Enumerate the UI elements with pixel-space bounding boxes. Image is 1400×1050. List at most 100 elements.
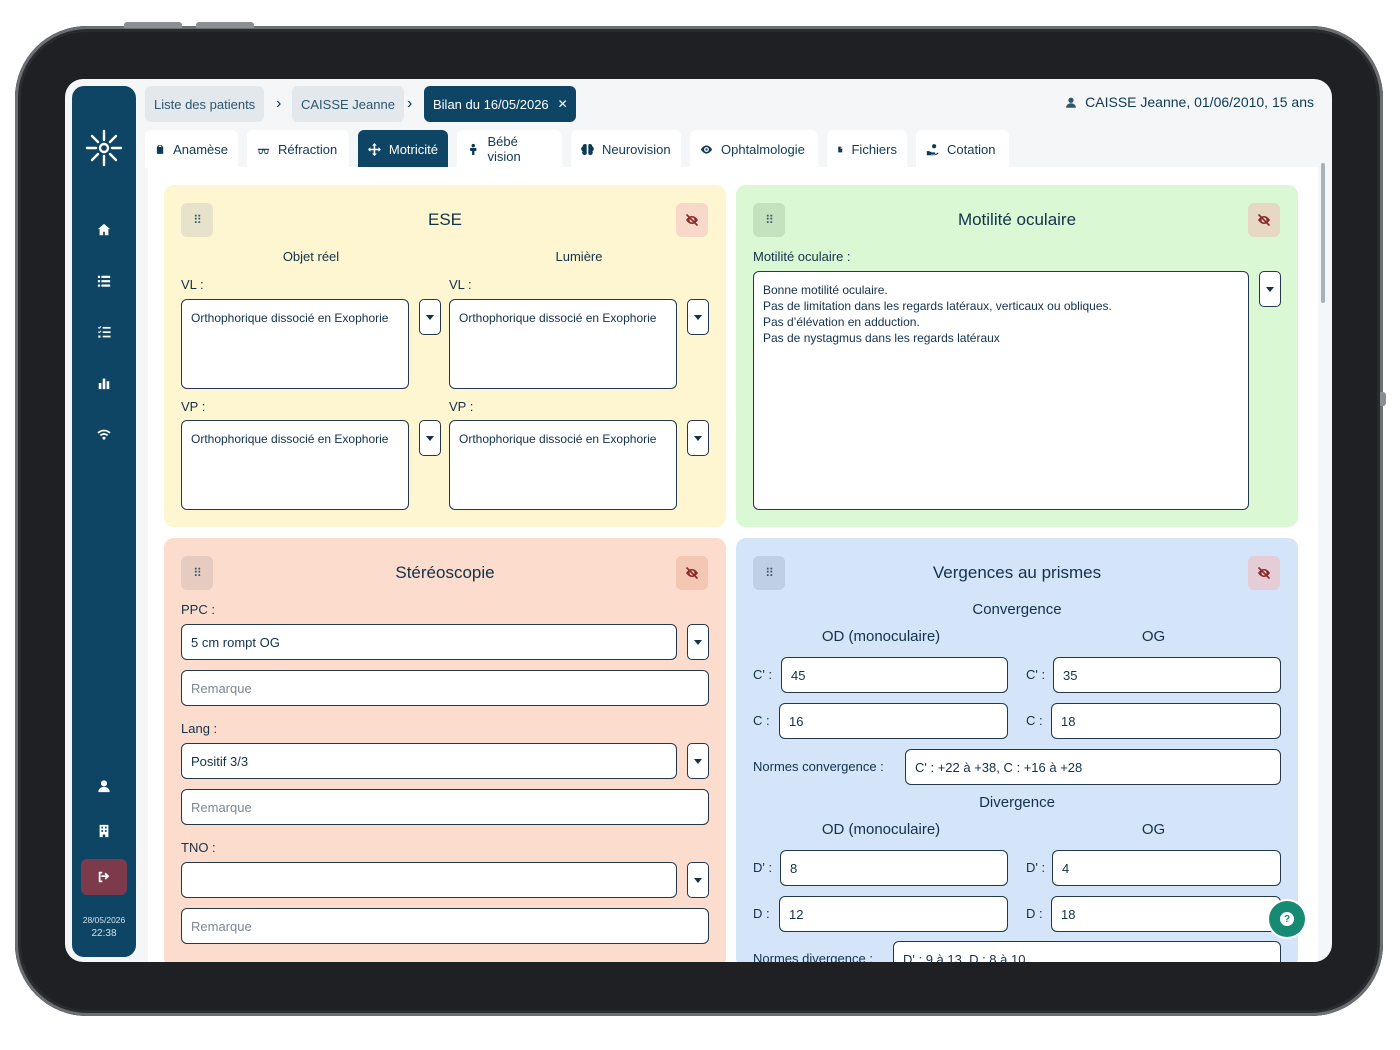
conv-og-c-prime-input[interactable]: 35 [1053, 657, 1281, 693]
normes-divergence-input[interactable]: D' : 9 à 13, D : 8 à 10 [893, 941, 1281, 962]
help-icon: ? [1280, 912, 1294, 926]
checklist-icon[interactable] [90, 318, 118, 346]
motilite-dropdown[interactable] [1259, 271, 1281, 307]
c-label: C : [753, 713, 770, 728]
help-button[interactable]: ? [1269, 901, 1305, 937]
wifi-icon[interactable] [90, 420, 118, 448]
breadcrumb-bilan-label: Bilan du 16/05/2026 [433, 96, 549, 112]
hide-eye-icon[interactable] [1248, 203, 1280, 237]
tno-label: TNO : [181, 840, 216, 855]
current-time: 22:38 [91, 928, 117, 939]
ese-lumiere-vl-dropdown[interactable] [687, 299, 709, 335]
lang-dropdown[interactable] [687, 743, 709, 779]
hand-coin-icon [926, 143, 939, 155]
ese-col-lumiere: Lumière [555, 249, 603, 264]
conv-od-c-input[interactable]: 16 [779, 703, 1008, 739]
div-od-d-prime-input[interactable]: 8 [780, 850, 1008, 886]
tab-anamese[interactable]: Anamèse [145, 130, 238, 168]
sidebar: 28/05/2026 22:38 [72, 86, 136, 957]
conv-od-heading: OD (monoculaire) [821, 628, 941, 645]
bar-chart-icon[interactable] [90, 369, 118, 397]
tno-dropdown[interactable] [687, 862, 709, 898]
logout-button[interactable] [81, 859, 127, 895]
breadcrumb-bilan[interactable]: Bilan du 16/05/2026 ✕ [424, 86, 576, 122]
device-button [196, 22, 254, 28]
file-icon [838, 146, 843, 152]
chevron-right-icon: › [407, 95, 413, 112]
c-prime-label: C' : [1026, 667, 1046, 682]
ese-lumiere-vp-textarea[interactable]: Orthophorique dissocié en Exophorie [449, 420, 677, 510]
baby-icon [470, 143, 477, 155]
motilite-card: ⠿ Motilité oculaire Motilité oculaire : … [736, 185, 1298, 527]
tno-input[interactable] [181, 862, 677, 898]
ppc-dropdown[interactable] [687, 624, 709, 660]
scrollbar[interactable] [1321, 163, 1325, 303]
device-button [124, 22, 182, 28]
hide-eye-icon[interactable] [1248, 556, 1280, 590]
building-icon[interactable] [90, 817, 118, 845]
conv-og-heading: OG [1141, 628, 1166, 645]
list-icon[interactable] [90, 267, 118, 295]
app-logo [85, 129, 123, 167]
tab-bebe-vision[interactable]: Bébé vision [457, 130, 562, 168]
breadcrumb-patients-list[interactable]: Liste des patients [145, 86, 265, 122]
div-og-heading: OG [1141, 821, 1166, 838]
ppc-remarque-input[interactable]: Remarque [181, 670, 709, 706]
ppc-label: PPC : [181, 602, 215, 617]
hide-eye-icon[interactable] [676, 203, 708, 237]
lang-input[interactable]: Positif 3/3 [181, 743, 677, 779]
breadcrumb-patient[interactable]: CAISSE Jeanne [292, 86, 404, 122]
current-date: 28/05/2026 [82, 915, 126, 925]
ese-lumiere-vp-dropdown[interactable] [687, 420, 709, 456]
tno-remarque-input[interactable]: Remarque [181, 908, 709, 944]
hide-eye-icon[interactable] [676, 556, 708, 590]
tab-label: Neurovision [602, 141, 671, 157]
normes-convergence-input[interactable]: C' : +22 à +38, C : +16 à +28 [905, 749, 1281, 785]
d-label: D : [753, 906, 770, 921]
ese-objet-vp-textarea[interactable]: Orthophorique dissocié en Exophorie [181, 420, 409, 510]
tab-label: Ophtalmologie [721, 141, 805, 157]
patient-header: CAISSE Jeanne, 01/06/2010, 15 ans [1065, 94, 1314, 110]
user-icon[interactable] [90, 772, 118, 800]
motilite-label: Motilité oculaire : [753, 249, 851, 264]
convergence-heading: Convergence [972, 601, 1062, 618]
tab-ophtalmologie[interactable]: Ophtalmologie [690, 130, 818, 168]
c-label: C : [1026, 713, 1043, 728]
div-og-d-prime-input[interactable]: 4 [1052, 850, 1281, 886]
tab-cotation[interactable]: Cotation [916, 130, 1009, 168]
app-screen: 28/05/2026 22:38 Liste des patients › CA… [65, 79, 1332, 962]
tab-fichiers[interactable]: Fichiers [827, 130, 907, 168]
tab-label: Cotation [947, 141, 996, 157]
lang-remarque-input[interactable]: Remarque [181, 789, 709, 825]
ppc-input[interactable]: 5 cm rompt OG [181, 624, 677, 660]
chevron-right-icon: › [276, 95, 282, 112]
c-prime-label: C' : [753, 667, 773, 682]
glasses-icon [257, 148, 270, 154]
ese-objet-vl-textarea[interactable]: Orthophorique dissocié en Exophorie [181, 299, 409, 389]
div-od-d-input[interactable]: 12 [779, 896, 1008, 932]
conv-od-c-prime-input[interactable]: 45 [781, 657, 1008, 693]
ese-objet-vp-dropdown[interactable] [419, 420, 441, 456]
div-od-heading: OD (monoculaire) [821, 821, 941, 838]
main-content: ⠿ ESE Objet réel Lumière VL : VL : Ortho… [148, 167, 1318, 962]
home-icon[interactable] [90, 216, 118, 244]
tab-label: Motricité [388, 141, 438, 157]
ese-lumiere-vl-textarea[interactable]: Orthophorique dissocié en Exophorie [449, 299, 677, 389]
ese-vl-label: VL : [449, 277, 472, 292]
divergence-heading: Divergence [979, 794, 1055, 811]
motilite-textarea[interactable]: Bonne motilité oculaire. Pas de limitati… [753, 271, 1249, 510]
ese-vl-label: VL : [181, 277, 204, 292]
ese-card: ⠿ ESE Objet réel Lumière VL : VL : Ortho… [164, 185, 726, 527]
ese-vp-label: VP : [449, 399, 474, 414]
ese-objet-vl-dropdown[interactable] [419, 299, 441, 335]
tab-motricite[interactable]: Motricité [358, 130, 448, 168]
normes-divergence-label: Normes divergence : [753, 951, 873, 962]
arrows-move-icon [368, 142, 381, 156]
close-icon[interactable]: ✕ [558, 97, 568, 111]
conv-og-c-input[interactable]: 18 [1051, 703, 1281, 739]
tab-neurovision[interactable]: Neurovision [571, 130, 681, 168]
div-og-d-input[interactable]: 18 [1051, 896, 1281, 932]
stereo-title: Stéréoscopie [395, 563, 495, 582]
tab-refraction[interactable]: Réfraction [247, 130, 349, 168]
clipboard-icon [156, 144, 164, 154]
